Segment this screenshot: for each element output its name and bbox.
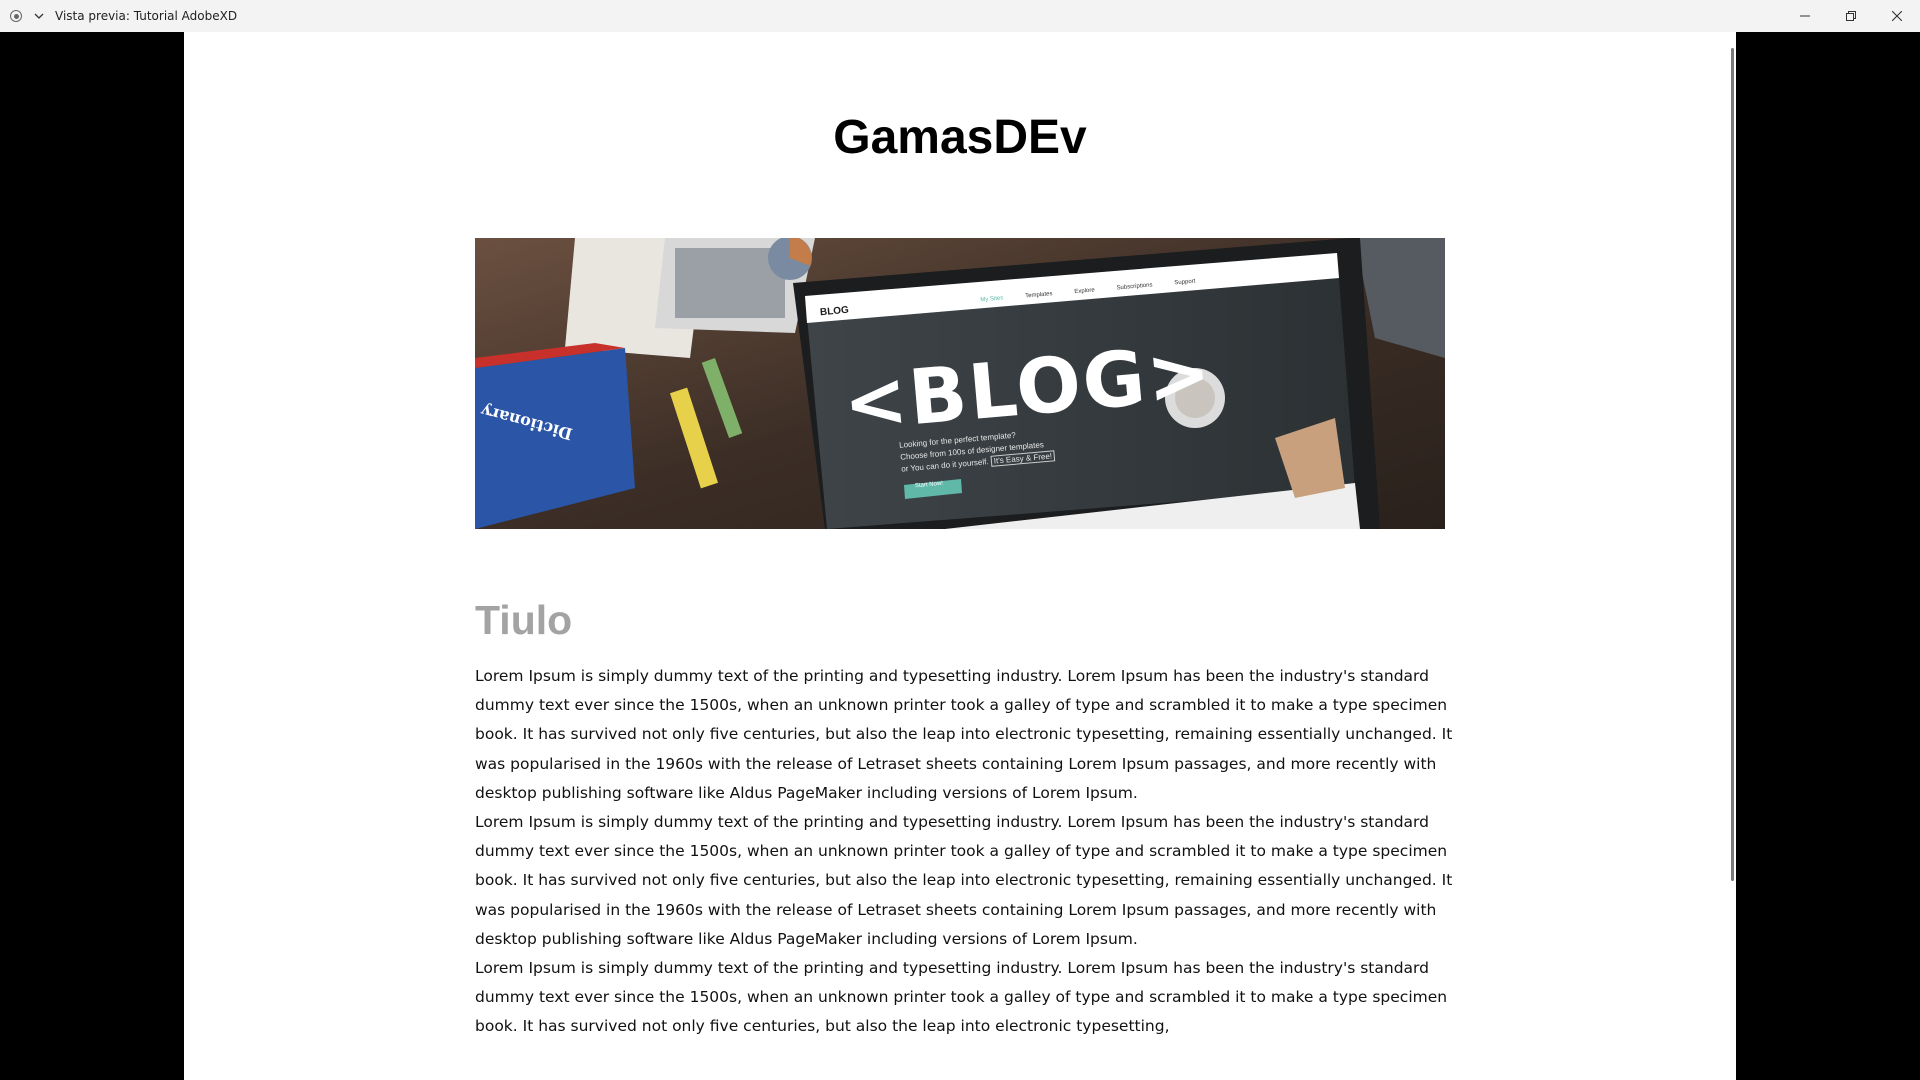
close-button[interactable] — [1874, 0, 1920, 32]
restore-button[interactable] — [1828, 0, 1874, 32]
minimize-button[interactable] — [1782, 0, 1828, 32]
window-title: Vista previa: Tutorial AdobeXD — [55, 9, 238, 23]
chevron-down-icon[interactable] — [33, 10, 45, 22]
post-body: Lorem Ipsum is simply dummy text of the … — [475, 662, 1455, 1042]
body-paragraph: Lorem Ipsum is simply dummy text of the … — [475, 667, 1453, 802]
minimize-icon — [1800, 15, 1810, 17]
window-titlebar: Vista previa: Tutorial AdobeXD — [0, 0, 1920, 32]
body-paragraph: Lorem Ipsum is simply dummy text of the … — [475, 959, 1448, 1036]
close-icon — [1892, 11, 1902, 21]
vertical-scrollbar[interactable] — [1731, 48, 1734, 881]
artboard-preview: GamasDEv BLOG My Sites Templates Explore… — [184, 32, 1736, 1080]
site-title: GamasDEv — [833, 111, 1087, 164]
post-title: Tiulo — [475, 597, 573, 643]
record-icon[interactable] — [10, 10, 22, 22]
restore-icon — [1846, 11, 1856, 21]
body-paragraph: Lorem Ipsum is simply dummy text of the … — [475, 813, 1453, 948]
hero-image: BLOG My Sites Templates Explore Subscrip… — [475, 238, 1445, 529]
